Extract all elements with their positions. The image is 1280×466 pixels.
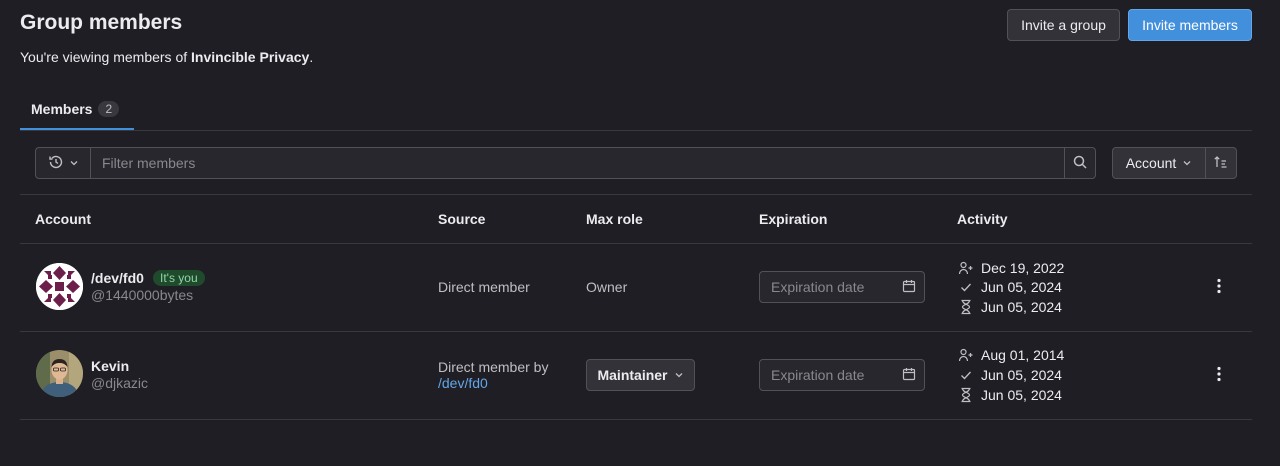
avatar[interactable] (36, 350, 83, 397)
expiration-date-field[interactable] (759, 359, 925, 391)
hourglass-icon (958, 299, 974, 315)
member-source: Direct member (438, 279, 530, 295)
activity-joined: Dec 19, 2022 (958, 258, 1064, 278)
member-role: Owner (586, 279, 628, 295)
column-header-activity: Activity (957, 211, 1008, 227)
divider (20, 194, 1252, 195)
role-dropdown-label: Maintainer (597, 367, 668, 383)
activity-last-date: Jun 05, 2024 (981, 367, 1062, 383)
divider (20, 331, 1252, 332)
sort-field-label: Account (1125, 155, 1177, 171)
user-add-icon (958, 348, 974, 362)
check-icon (958, 368, 974, 382)
member-username: @djkazic (91, 375, 149, 391)
its-you-badge: It's you (153, 270, 205, 286)
search-icon (1072, 154, 1088, 173)
user-add-icon (958, 261, 974, 275)
avatar[interactable] (36, 263, 83, 310)
role-dropdown[interactable]: Maintainer (586, 359, 695, 391)
tab-members-count: 2 (98, 101, 120, 117)
sort-field-dropdown[interactable]: Account (1113, 148, 1206, 178)
history-icon (48, 154, 64, 173)
column-header-source: Source (438, 211, 486, 227)
more-actions-button[interactable] (1211, 277, 1227, 297)
activity-last: Jun 05, 2024 (958, 365, 1062, 385)
page-subtitle: You're viewing members of Invincible Pri… (20, 49, 313, 65)
tab-members[interactable]: Members 2 (20, 88, 134, 130)
check-icon (958, 280, 974, 294)
divider (20, 419, 1252, 420)
member-name[interactable]: /dev/fd0 (91, 270, 144, 286)
member-source: Direct member by (438, 359, 549, 375)
sort-lowest-icon (1213, 154, 1229, 173)
filter-bar (35, 147, 1096, 179)
recent-searches-button[interactable] (36, 148, 91, 178)
invite-members-button[interactable]: Invite members (1128, 9, 1252, 41)
search-button[interactable] (1064, 148, 1095, 178)
activity-access-date: Jun 05, 2024 (981, 387, 1062, 403)
activity-joined-date: Aug 01, 2014 (981, 347, 1065, 363)
chevron-down-icon (674, 367, 684, 383)
divider (20, 243, 1252, 244)
kebab-menu-icon (1217, 278, 1221, 297)
sort-direction-button[interactable] (1206, 148, 1236, 178)
member-name[interactable]: Kevin (91, 358, 129, 374)
expiration-date-field[interactable] (759, 271, 925, 303)
member-username: @1440000bytes (91, 287, 194, 303)
activity-joined: Aug 01, 2014 (958, 345, 1064, 365)
sort-control: Account (1112, 147, 1237, 179)
activity-joined-date: Dec 19, 2022 (981, 260, 1065, 276)
activity-access: Jun 05, 2024 (958, 385, 1062, 405)
activity-last-date: Jun 05, 2024 (981, 279, 1062, 295)
column-header-account: Account (35, 211, 91, 227)
subtitle-suffix: . (309, 49, 314, 65)
tab-members-label: Members (31, 101, 93, 117)
column-header-expiration: Expiration (759, 211, 828, 227)
filter-members-input[interactable] (91, 148, 1064, 178)
inherited-from-link[interactable]: /dev/fd0 (438, 375, 488, 391)
expiration-date-input[interactable] (771, 367, 891, 383)
subtitle-prefix: You're viewing members of (20, 49, 192, 65)
invite-group-button[interactable]: Invite a group (1007, 9, 1120, 41)
calendar-icon (902, 367, 916, 384)
activity-last: Jun 05, 2024 (958, 277, 1062, 297)
expiration-date-input[interactable] (771, 279, 891, 295)
activity-access-date: Jun 05, 2024 (981, 299, 1062, 315)
activity-access: Jun 05, 2024 (958, 297, 1062, 317)
more-actions-button[interactable] (1211, 365, 1227, 385)
group-name: Invincible Privacy (191, 49, 310, 65)
hourglass-icon (958, 387, 974, 403)
chevron-down-icon (1182, 155, 1192, 171)
page-title: Group members (20, 11, 183, 34)
chevron-down-icon (69, 155, 79, 171)
calendar-icon (902, 279, 916, 296)
kebab-menu-icon (1217, 366, 1221, 385)
tabs-divider (20, 130, 1252, 131)
column-header-max-role: Max role (586, 211, 643, 227)
